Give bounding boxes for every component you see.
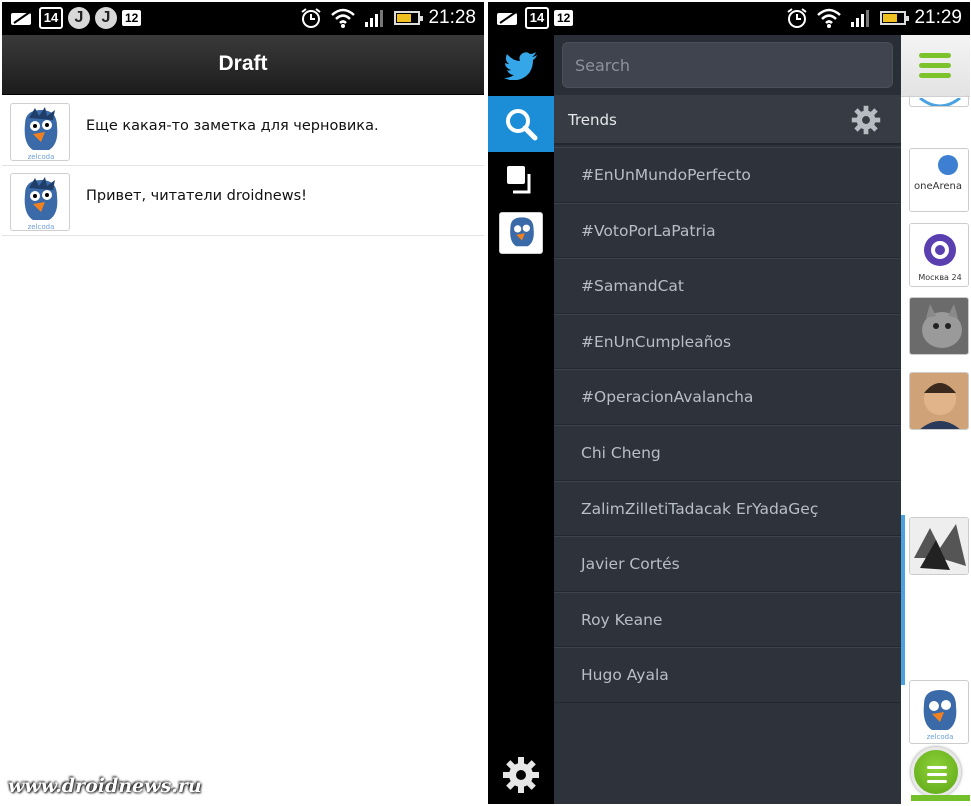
trend-item[interactable]: Hugo Ayala <box>554 647 901 703</box>
draft-list: zelcoda Еще какая-то заметка для чернови… <box>2 96 484 236</box>
alarm-icon <box>300 7 322 29</box>
timeline-peek: oneArena Москва 24 zelcoda <box>901 35 970 804</box>
trends-panel: Trends #EnUnMundoPerfecto #VotoPorLaPatri… <box>554 35 901 804</box>
avatar: zelcoda <box>10 103 70 161</box>
draft-screen: 14 J J 12 21:28 Draft zelcoda Еще какая-… <box>2 2 484 804</box>
trend-label: #EnUnCumpleaños <box>581 332 732 351</box>
compose-menu-button[interactable] <box>911 747 961 797</box>
trend-label: #EnUnMundoPerfecto <box>581 166 751 184</box>
trend-item[interactable]: #OperacionAvalancha <box>554 369 901 425</box>
avatar[interactable]: zelcoda <box>909 680 969 744</box>
notes-icon <box>10 9 34 27</box>
avatar[interactable] <box>909 372 969 430</box>
accent-strip <box>911 795 970 801</box>
draft-text: Привет, читатели droidnews! <box>86 188 307 204</box>
list-item[interactable]: zelcoda Привет, читатели droidnews! <box>2 166 484 236</box>
clock: 21:28 <box>428 7 476 28</box>
twitter-bird-icon[interactable] <box>488 38 554 94</box>
trend-label: #VotoPorLaPatria <box>581 221 716 240</box>
search-bar <box>554 35 901 95</box>
signal-icon <box>850 8 872 28</box>
timeline-header <box>901 35 970 97</box>
trend-item[interactable]: #EnUnCumpleaños <box>554 313 901 370</box>
calendar-icon: 14 <box>39 7 63 29</box>
svg-text:Москва 24: Москва 24 <box>918 273 961 282</box>
trend-list: #EnUnMundoPerfecto #VotoPorLaPatria #Saman… <box>554 147 901 703</box>
battery-icon <box>394 11 424 25</box>
trend-item[interactable]: Javier Cortés <box>554 536 901 592</box>
calendar-icon: 14 <box>525 7 549 29</box>
alarm-icon <box>786 7 808 29</box>
trend-item[interactable]: #VotoPorLaPatria <box>554 202 901 259</box>
svg-text:oneArena: oneArena <box>914 181 962 192</box>
trend-item[interactable]: Roy Keane <box>554 591 901 648</box>
trends-settings-button[interactable] <box>851 105 881 139</box>
page-title: Draft <box>218 52 268 75</box>
avatar[interactable]: oneArena <box>909 148 969 212</box>
status-bar: 14 J J 12 21:28 <box>2 2 484 35</box>
trend-label: Hugo Ayala <box>581 666 669 685</box>
nav-rail <box>488 35 554 804</box>
app-notification-icon: J <box>68 7 90 29</box>
message-count-badge: 12 <box>554 10 574 26</box>
message-count-badge: 12 <box>122 10 142 26</box>
clock: 21:29 <box>914 7 962 28</box>
avatar[interactable] <box>909 95 969 107</box>
svg-text:zelcoda: zelcoda <box>927 733 954 741</box>
avatar[interactable] <box>909 297 969 355</box>
signal-icon <box>364 8 386 28</box>
settings-button[interactable] <box>488 747 554 803</box>
avatar: zelcoda <box>10 173 70 231</box>
search-icon <box>506 109 538 141</box>
draft-text: Еще какая-то заметка для черновика. <box>86 118 379 134</box>
menu-button[interactable] <box>919 53 951 79</box>
menu-icon <box>919 53 951 58</box>
trend-item[interactable]: ZalimZilletiTadacak ErYadaGeç <box>554 480 901 537</box>
trend-label: #SamandCat <box>581 277 684 296</box>
avatar[interactable] <box>909 517 969 575</box>
trends-header: Trends <box>554 95 901 145</box>
trend-label: #OperacionAvalancha <box>581 388 754 407</box>
windows-icon <box>507 166 531 194</box>
section-title: Trends <box>568 111 617 129</box>
app-header: Draft <box>2 35 484 95</box>
trend-item[interactable]: #EnUnMundoPerfecto <box>554 147 901 203</box>
gear-icon <box>503 757 539 793</box>
trends-screen: 14 12 21:29 Search Trends #EnUnMundoPerf… <box>488 2 970 804</box>
search-tab[interactable] <box>488 96 554 152</box>
trend-item[interactable]: #SamandCat <box>554 258 901 314</box>
wifi-icon <box>816 8 842 28</box>
notes-icon <box>496 9 520 27</box>
svg-text:zelcoda: zelcoda <box>28 223 55 231</box>
svg-text:zelcoda: zelcoda <box>28 153 55 161</box>
status-bar: 14 12 21:29 <box>488 2 970 35</box>
trend-label: ZalimZilletiTadacak ErYadaGeç <box>581 499 819 518</box>
search-input[interactable] <box>562 42 893 88</box>
watermark: www.droidnews.ru <box>8 775 202 797</box>
trend-label: Javier Cortés <box>581 555 680 574</box>
list-item[interactable]: zelcoda Еще какая-то заметка для чернови… <box>2 96 484 166</box>
windows-tab[interactable] <box>488 152 554 208</box>
scroll-indicator <box>901 515 905 685</box>
profile-tab[interactable] <box>488 205 554 261</box>
trend-label: Roy Keane <box>581 610 663 629</box>
avatar <box>499 212 543 254</box>
app-notification-icon: J <box>95 7 117 29</box>
gear-icon <box>851 105 881 135</box>
wifi-icon <box>330 8 356 28</box>
avatar[interactable]: Москва 24 <box>909 223 969 287</box>
trend-item[interactable]: Chi Cheng <box>554 424 901 481</box>
battery-icon <box>880 11 910 25</box>
trend-label: Chi Cheng <box>581 443 661 462</box>
